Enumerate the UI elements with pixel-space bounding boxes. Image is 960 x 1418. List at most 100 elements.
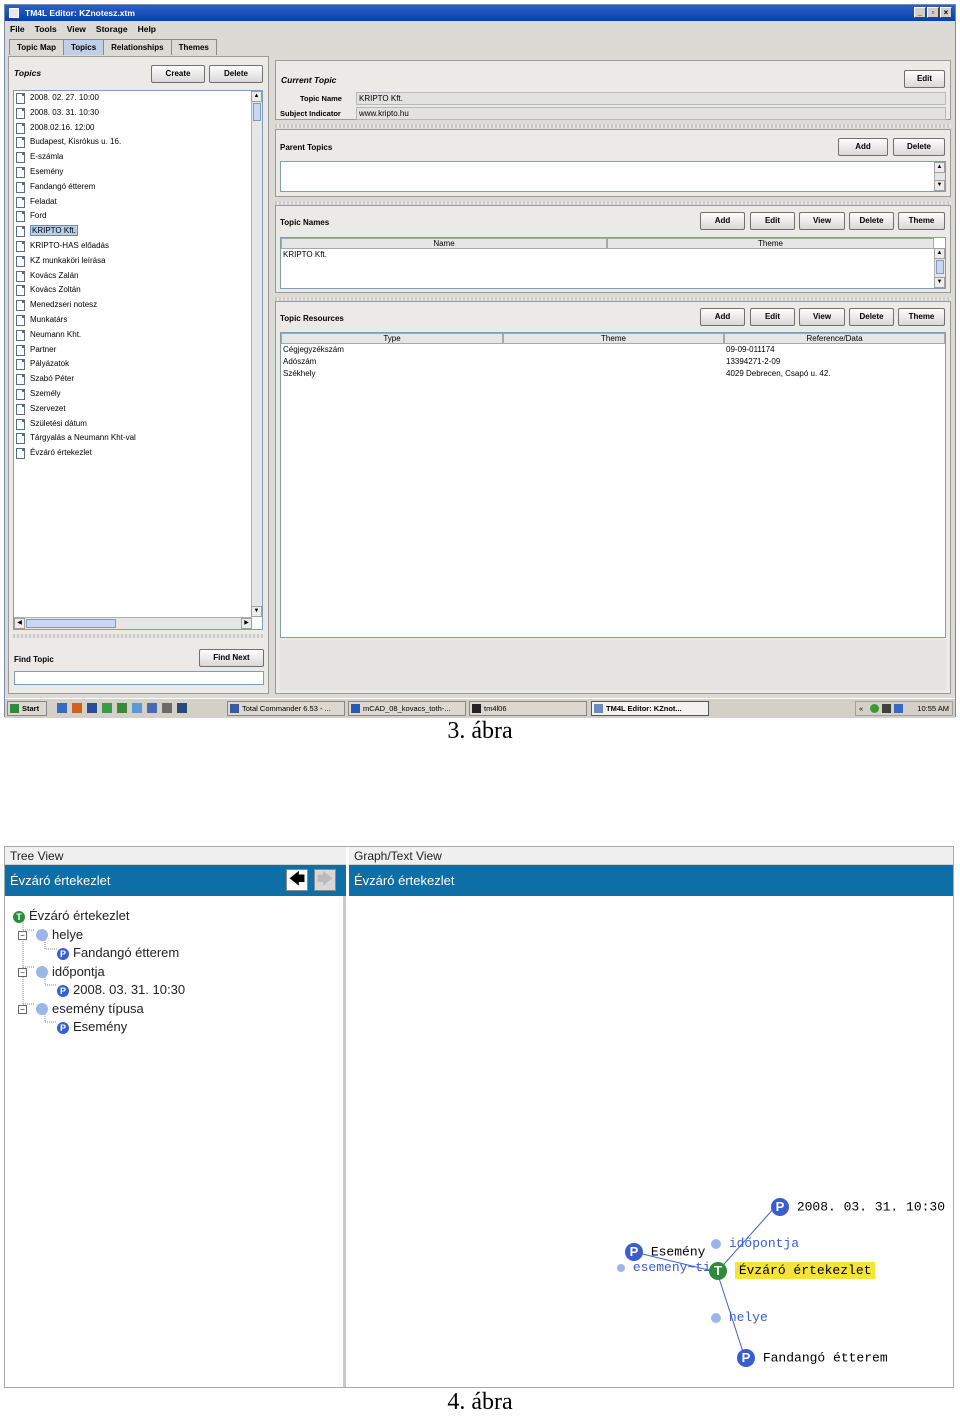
collapse-icon[interactable]: − bbox=[18, 1004, 27, 1014]
quicklaunch-icon[interactable] bbox=[87, 703, 97, 713]
quicklaunch-icon[interactable] bbox=[177, 703, 187, 713]
topics-hscrollbar[interactable]: ◀ ▶ bbox=[14, 617, 252, 629]
delete-resource-button[interactable]: Delete bbox=[849, 308, 894, 326]
add-resource-button[interactable]: Add bbox=[700, 308, 745, 326]
list-item[interactable]: KZ munkaköri leírása bbox=[14, 254, 262, 269]
list-item[interactable]: 2008. 03. 31. 10:30 bbox=[14, 106, 262, 121]
menu-help[interactable]: Help bbox=[138, 22, 156, 36]
graph-node-center[interactable]: T Évzáró értekezlet bbox=[709, 1262, 879, 1280]
scroll-thumb[interactable] bbox=[936, 260, 944, 274]
scroll-up-arrow-icon[interactable]: ▲ bbox=[934, 162, 945, 173]
scroll-up-arrow-icon[interactable]: ▲ bbox=[251, 91, 262, 102]
edit-resource-button[interactable]: Edit bbox=[750, 308, 795, 326]
quicklaunch-icon[interactable] bbox=[57, 703, 67, 713]
topics-vscrollbar[interactable]: ▲ ▼ bbox=[251, 91, 262, 617]
edit-current-topic-button[interactable]: Edit bbox=[904, 70, 945, 88]
taskbar-item-tm4l[interactable]: TM4L Editor: KZnot... bbox=[591, 701, 709, 716]
find-topic-input[interactable] bbox=[14, 671, 264, 685]
view-name-button[interactable]: View bbox=[799, 212, 845, 230]
list-item[interactable]: Kovács Zalán bbox=[14, 269, 262, 284]
scroll-down-arrow-icon[interactable]: ▼ bbox=[251, 606, 262, 617]
graph-node-helye[interactable]: helye bbox=[711, 1310, 768, 1325]
collapse-icon[interactable]: − bbox=[18, 967, 27, 977]
delete-name-button[interactable]: Delete bbox=[849, 212, 894, 230]
list-item[interactable]: Személy bbox=[14, 387, 262, 402]
subject-indicator-field[interactable]: www.kripto.hu bbox=[356, 107, 946, 120]
list-item[interactable]: Partner bbox=[14, 343, 262, 358]
names-vscrollbar[interactable]: ▲ ▼ bbox=[934, 248, 945, 288]
clock[interactable]: 10:55 AM bbox=[917, 702, 949, 715]
taskbar-item-total-commander[interactable]: Total Commander 6.53 - ... bbox=[227, 701, 345, 716]
list-item[interactable]: Szervezet bbox=[14, 402, 262, 417]
tray-icon[interactable] bbox=[894, 704, 903, 713]
table-cell[interactable]: KRIPTO Kft. bbox=[283, 250, 327, 259]
list-item[interactable]: Menedzseri notesz bbox=[14, 298, 262, 313]
parent-vscrollbar[interactable]: ▲ ▼ bbox=[934, 162, 945, 191]
graph-node-esemeny-tipusa[interactable]: esemeny~ti bbox=[617, 1260, 711, 1275]
list-item[interactable]: Feladat bbox=[14, 195, 262, 210]
list-item[interactable]: Születési dátum bbox=[14, 417, 262, 432]
scroll-right-arrow-icon[interactable]: ▶ bbox=[241, 618, 252, 629]
tray-icon[interactable] bbox=[870, 704, 879, 713]
taskbar-item-console[interactable]: tm4l06 bbox=[469, 701, 587, 716]
quicklaunch-icon[interactable] bbox=[102, 703, 112, 713]
collapse-icon[interactable]: − bbox=[18, 930, 27, 940]
tree-node[interactable]: P Fandangó étterem bbox=[57, 944, 179, 962]
forward-arrow-icon[interactable]: 🡆 bbox=[314, 869, 336, 891]
quicklaunch-icon[interactable] bbox=[72, 703, 82, 713]
topic-name-field[interactable]: KRIPTO Kft. bbox=[356, 92, 946, 105]
tray-icon[interactable] bbox=[882, 704, 891, 713]
tree-node[interactable]: − időpontja bbox=[18, 963, 105, 981]
minimize-button[interactable]: _ bbox=[914, 7, 926, 18]
table-cell[interactable]: Adószám bbox=[283, 357, 316, 366]
menu-storage[interactable]: Storage bbox=[96, 22, 128, 36]
start-button[interactable]: Start bbox=[7, 701, 47, 716]
table-cell[interactable]: 4029 Debrecen, Csapó u. 42. bbox=[726, 369, 831, 378]
tree-node[interactable]: − helye bbox=[18, 926, 83, 944]
list-item[interactable]: E-számla bbox=[14, 150, 262, 165]
quicklaunch-icon[interactable] bbox=[162, 703, 172, 713]
tree-node[interactable]: P Esemény bbox=[57, 1018, 127, 1036]
list-item[interactable]: Évzáró értekezlet bbox=[14, 446, 262, 461]
list-item[interactable]: KRIPTO-HAS előadás bbox=[14, 239, 262, 254]
list-item[interactable]: Munkatárs bbox=[14, 313, 262, 328]
quicklaunch-icon[interactable] bbox=[132, 703, 142, 713]
menu-tools[interactable]: Tools bbox=[35, 22, 57, 36]
menu-file[interactable]: File bbox=[10, 22, 25, 36]
table-cell[interactable]: Székhely bbox=[283, 369, 315, 378]
maximize-button[interactable]: ▫ bbox=[927, 7, 939, 18]
menu-view[interactable]: View bbox=[67, 22, 86, 36]
view-resource-button[interactable]: View bbox=[799, 308, 845, 326]
list-item[interactable]: Neumann Kht. bbox=[14, 328, 262, 343]
column-header-type[interactable]: Type bbox=[281, 333, 503, 344]
list-item[interactable]: 2008. 02. 27. 10:00 bbox=[14, 91, 262, 106]
column-header-theme[interactable]: Theme bbox=[503, 333, 724, 344]
tree-node[interactable]: P 2008. 03. 31. 10:30 bbox=[57, 981, 185, 999]
chevron-left-icon[interactable]: « bbox=[859, 702, 863, 715]
list-item[interactable]: Fandangó étterem bbox=[14, 180, 262, 195]
scroll-up-arrow-icon[interactable]: ▲ bbox=[934, 248, 945, 259]
edit-name-button[interactable]: Edit bbox=[750, 212, 795, 230]
create-topic-button[interactable]: Create bbox=[151, 65, 205, 83]
tab-themes[interactable]: Themes bbox=[170, 39, 217, 55]
list-item[interactable]: Ford bbox=[14, 209, 262, 224]
graph-node-esemeny[interactable]: P Esemény bbox=[625, 1243, 705, 1261]
add-parent-button[interactable]: Add bbox=[838, 138, 888, 156]
find-next-button[interactable]: Find Next bbox=[199, 649, 264, 667]
add-name-button[interactable]: Add bbox=[700, 212, 745, 230]
list-item[interactable]: KRIPTO Kft. bbox=[14, 224, 262, 239]
list-item[interactable]: Budapest, Kisrókus u. 16. bbox=[14, 135, 262, 150]
tab-topics[interactable]: Topics bbox=[62, 39, 105, 55]
list-item[interactable]: 2008.02.16. 12:00 bbox=[14, 121, 262, 136]
list-item[interactable]: Szabó Péter bbox=[14, 372, 262, 387]
list-item[interactable]: Tárgyalás a Neumann Kht-val bbox=[14, 431, 262, 446]
tab-relationships[interactable]: Relationships bbox=[103, 39, 172, 55]
close-button[interactable]: × bbox=[940, 7, 952, 18]
graph-node-fandango[interactable]: P Fandangó étterem bbox=[737, 1349, 888, 1367]
scroll-left-arrow-icon[interactable]: ◀ bbox=[14, 618, 25, 629]
delete-parent-button[interactable]: Delete bbox=[893, 138, 945, 156]
table-cell[interactable]: 09-09-011174 bbox=[726, 345, 775, 354]
table-cell[interactable]: Cégjegyzékszám bbox=[283, 345, 344, 354]
quicklaunch-icon[interactable] bbox=[117, 703, 127, 713]
tree-node[interactable]: T Évzáró értekezlet bbox=[13, 907, 129, 925]
